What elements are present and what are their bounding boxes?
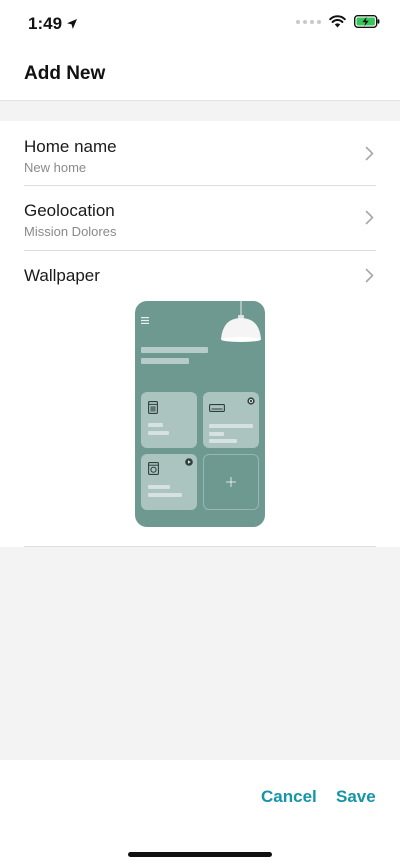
device-tile xyxy=(203,392,259,448)
status-time: 1:49 xyxy=(28,14,63,33)
save-button[interactable]: Save xyxy=(336,787,376,807)
tile-sublabel-placeholder xyxy=(148,431,169,435)
cancel-button[interactable]: Cancel xyxy=(261,787,317,807)
geolocation-value: Mission Dolores xyxy=(24,224,117,239)
geolocation-label: Geolocation xyxy=(24,201,115,220)
wallpaper-preview[interactable] xyxy=(135,301,265,527)
footer: Cancel Save xyxy=(0,760,400,866)
divider xyxy=(24,185,376,186)
air-conditioner-icon xyxy=(209,404,225,412)
device-tile xyxy=(141,454,197,510)
washing-machine-icon xyxy=(148,462,159,475)
home-name-row[interactable]: Home name New home xyxy=(24,137,376,175)
wifi-icon xyxy=(329,15,346,28)
geolocation-row[interactable]: Geolocation Mission Dolores xyxy=(24,201,376,239)
pendant-lamp-icon xyxy=(221,301,261,342)
divider xyxy=(24,250,376,251)
tile-label-placeholder xyxy=(148,423,163,427)
chevron-right-icon xyxy=(365,210,374,225)
status-icons xyxy=(296,15,380,28)
add-tile xyxy=(203,454,259,510)
play-icon xyxy=(185,458,193,466)
battery-charging-icon xyxy=(354,15,380,28)
tile-label-placeholder xyxy=(209,424,253,428)
wallpaper-label: Wallpaper xyxy=(24,266,100,285)
header: Add New xyxy=(0,48,400,101)
status-bar: 1:49 xyxy=(0,0,400,48)
title-placeholder xyxy=(141,347,208,353)
chevron-right-icon xyxy=(365,268,374,283)
subtitle-placeholder xyxy=(141,358,189,364)
washer-icon xyxy=(148,401,158,414)
menu-icon xyxy=(141,317,149,324)
divider xyxy=(24,546,376,547)
tile-label-placeholder xyxy=(148,485,170,489)
home-name-value: New home xyxy=(24,160,87,175)
wallpaper-row[interactable]: Wallpaper xyxy=(24,266,376,286)
page-title: Add New xyxy=(24,63,106,84)
location-arrow-icon xyxy=(67,19,78,29)
cellular-signal-icon xyxy=(296,19,321,24)
add-icon xyxy=(226,477,236,487)
device-tile xyxy=(141,392,197,448)
tile-sublabel-placeholder xyxy=(209,432,224,436)
home-name-label: Home name xyxy=(24,137,117,156)
home-indicator xyxy=(128,852,272,857)
tile-sublabel-placeholder xyxy=(209,439,237,443)
chevron-right-icon xyxy=(365,146,374,161)
tile-sublabel-placeholder xyxy=(148,493,182,497)
power-icon xyxy=(247,397,255,405)
status-time-group: 1:49 xyxy=(28,14,78,34)
